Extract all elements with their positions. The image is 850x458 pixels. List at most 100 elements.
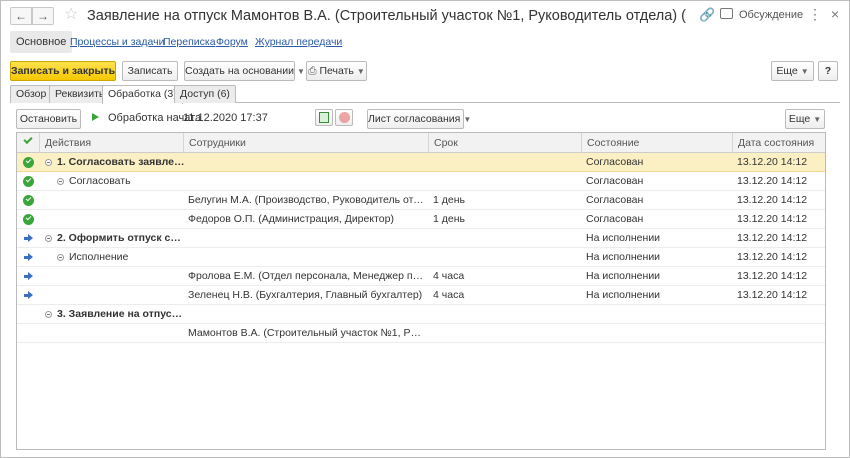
- collapse-icon[interactable]: [57, 254, 64, 261]
- column-state-date[interactable]: Дата состояния: [732, 133, 825, 153]
- cell-state-date: 13.12.20 14:12: [737, 156, 808, 168]
- document-window: ← → ☆ Заявление на отпуск Мамонтов В.А. …: [0, 0, 850, 458]
- print-label: Печать: [319, 65, 354, 77]
- process-table: Действия Сотрудники Срок Состояние Дата …: [16, 132, 826, 450]
- process-more-button[interactable]: Еще ▼: [785, 109, 825, 129]
- cell-action: 1. Согласовать заявлени...: [57, 156, 187, 168]
- cell-action: Исполнение: [69, 251, 129, 263]
- stop-button[interactable]: Остановить: [16, 109, 81, 129]
- cell-employee: [188, 229, 426, 248]
- chevron-down-icon: ▼: [813, 115, 822, 124]
- cell-state-date: 13.12.20 14:12: [737, 251, 808, 263]
- cell-term: [433, 153, 578, 172]
- section-main[interactable]: Основное: [10, 31, 73, 53]
- play-icon: [92, 113, 99, 121]
- table-row[interactable]: Фролова Е.М. (Отдел персонала, Менеджер …: [17, 267, 825, 286]
- collapse-icon[interactable]: [57, 178, 64, 185]
- table-row[interactable]: Белугин М.А. (Производство, Руководитель…: [17, 191, 825, 210]
- cell-action: 3. Заявление на отпуск у...: [57, 308, 187, 320]
- cell-state-date: 13.12.20 14:12: [737, 194, 808, 206]
- cell-state-date: 13.12.20 14:12: [737, 175, 808, 187]
- checkmark-icon: [23, 134, 33, 145]
- create-based-on-button[interactable]: Создать на основании ▼: [184, 61, 305, 81]
- collapse-icon[interactable]: [45, 311, 52, 318]
- table-row[interactable]: Согласовать Согласован 13.12.20 14:12: [17, 172, 825, 191]
- completed-check-icon: [23, 157, 34, 168]
- section-processes[interactable]: Процессы и задачи: [70, 31, 164, 53]
- discussion-label[interactable]: Обсуждение: [739, 9, 803, 21]
- cell-state-date: 13.12.20 14:12: [737, 213, 808, 225]
- approval-sheet-label: Лист согласования: [368, 113, 461, 125]
- more-label: Еще: [776, 65, 798, 77]
- link-icon[interactable]: 🔗: [699, 7, 715, 23]
- tab-access[interactable]: Доступ (6): [174, 85, 236, 103]
- table-row[interactable]: 3. Заявление на отпуск у...: [17, 305, 825, 324]
- in-progress-arrow-icon: [24, 234, 34, 243]
- cell-state-date: 13.12.20 14:12: [737, 232, 808, 244]
- approval-sheet-button[interactable]: Лист согласования ▼: [367, 109, 471, 129]
- cell-state: На исполнении: [586, 232, 661, 244]
- cell-term: [433, 172, 578, 191]
- export-icon: [319, 112, 329, 123]
- save-and-close-button[interactable]: Записать и закрыть: [10, 61, 116, 81]
- chevron-down-icon: ▼: [356, 67, 365, 76]
- cell-employee: Белугин М.А. (Производство, Руководитель…: [188, 194, 426, 206]
- in-progress-arrow-icon: [24, 253, 34, 262]
- tab-processing[interactable]: Обработка (3): [102, 85, 183, 104]
- cell-state-date: [737, 324, 823, 343]
- cell-term: [433, 229, 578, 248]
- close-icon[interactable]: ×: [831, 6, 839, 22]
- cell-term: [433, 305, 578, 324]
- section-transfer-log[interactable]: Журнал передачи: [255, 31, 342, 53]
- help-button[interactable]: ?: [818, 61, 838, 81]
- collapse-icon[interactable]: [45, 235, 52, 242]
- cell-state: Согласован: [586, 213, 644, 225]
- table-row[interactable]: 1. Согласовать заявлени... Согласован 13.1…: [17, 153, 825, 172]
- cell-action: [81, 286, 187, 305]
- section-forum[interactable]: Форум: [216, 31, 248, 53]
- cell-employee: [188, 172, 426, 191]
- cell-state-date: 13.12.20 14:12: [737, 289, 808, 301]
- processing-started-date: 11.12.2020 17:37: [183, 112, 268, 124]
- cell-term: 1 день: [433, 213, 465, 225]
- column-state[interactable]: Состояние: [581, 133, 732, 153]
- column-term[interactable]: Срок: [428, 133, 581, 153]
- column-actions[interactable]: Действия: [39, 133, 187, 153]
- completed-check-icon: [23, 195, 34, 206]
- column-employees[interactable]: Сотрудники: [183, 133, 428, 153]
- table-row[interactable]: Исполнение На исполнении 13.12.20 14:12: [17, 248, 825, 267]
- back-icon[interactable]: ←: [10, 7, 32, 25]
- table-row[interactable]: Зеленец Н.В. (Бухгалтерия, Главный бухга…: [17, 286, 825, 305]
- cell-state: Согласован: [586, 156, 644, 168]
- print-button[interactable]: ⎙ Печать ▼: [306, 61, 367, 81]
- cell-state: Согласован: [586, 194, 644, 206]
- in-progress-arrow-icon: [24, 291, 34, 300]
- save-button[interactable]: Записать: [122, 61, 178, 81]
- more-button[interactable]: Еще ▼: [771, 61, 814, 81]
- tab-overview[interactable]: Обзор: [10, 85, 53, 103]
- cell-employee: [188, 248, 426, 267]
- chevron-down-icon: ▼: [296, 67, 305, 76]
- cell-employee: Зеленец Н.В. (Бухгалтерия, Главный бухга…: [188, 289, 423, 301]
- in-progress-arrow-icon: [24, 272, 34, 281]
- cell-state: На исполнении: [586, 251, 661, 263]
- cell-employee: Фролова Е.М. (Отдел персонала, Менеджер …: [188, 270, 426, 282]
- table-row[interactable]: 2. Оформить отпуск сотр... На исполнении 1…: [17, 229, 825, 248]
- chevron-down-icon: ▼: [800, 67, 809, 76]
- cell-employee: [188, 153, 426, 172]
- discussion-icon[interactable]: [720, 8, 733, 19]
- table-row[interactable]: Федоров О.П. (Администрация, Директор) 1 …: [17, 210, 825, 229]
- table-row[interactable]: Мамонтов В.А. (Строительный участок №1, …: [17, 324, 825, 343]
- cancel-button[interactable]: [335, 109, 353, 126]
- forward-icon[interactable]: →: [32, 7, 54, 25]
- section-correspondence[interactable]: Переписка: [163, 31, 216, 53]
- favorite-star-icon[interactable]: ☆: [64, 6, 78, 24]
- tab-bar: Обзор Реквизиты Обработка (3) Доступ (6): [10, 85, 840, 104]
- title-bar: ← → ☆ Заявление на отпуск Мамонтов В.А. …: [1, 1, 849, 31]
- go-to-button[interactable]: [315, 109, 333, 126]
- collapse-icon[interactable]: [45, 159, 52, 166]
- create-based-on-label: Создать на основании: [185, 65, 294, 77]
- printer-icon: ⎙: [308, 65, 320, 77]
- cell-state: На исполнении: [586, 270, 661, 282]
- more-dots-icon[interactable]: ⋮: [808, 6, 822, 23]
